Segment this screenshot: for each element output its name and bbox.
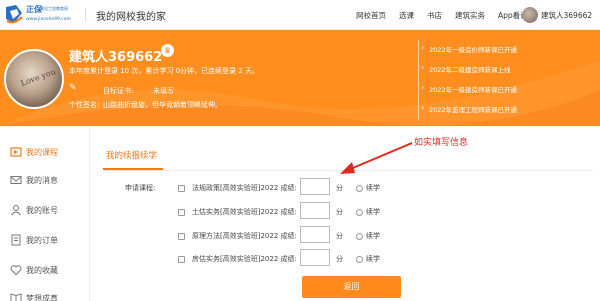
order-icon: [11, 234, 21, 246]
annotation-arrow-icon: [340, 142, 413, 174]
logo-url-text: www.jianshe99.com: [26, 17, 71, 22]
sidebar-item-dreams[interactable]: 梦想成真: [10, 290, 88, 301]
continue-radio[interactable]: [356, 209, 363, 216]
news-item[interactable]: 2022年一级造价师新课已开通: [421, 43, 517, 54]
score-input[interactable]: [300, 226, 330, 243]
profile-name: 建筑人369662: [69, 50, 163, 65]
news-list: 2022年一级造价师新课已开通 2022年二级建造师新课上线 2022年一级建造…: [418, 40, 598, 120]
continue-radio[interactable]: [356, 185, 363, 192]
avatar[interactable]: [522, 7, 538, 23]
signature-value: 山路曲折盘旋，但毕竟朝着顶峰延伸。: [103, 101, 222, 109]
nav-practice[interactable]: 建筑实务: [455, 10, 485, 21]
sidebar-item-orders[interactable]: 我的订单: [10, 232, 88, 248]
continue-label: 续学: [366, 232, 380, 240]
target-cert-label: 目标证书:: [103, 87, 134, 95]
course-row: 法规政策[高效实验班]2022 成绩: 分 续学: [178, 178, 478, 201]
course-checkbox[interactable]: [178, 185, 185, 192]
course-checkbox[interactable]: [178, 256, 185, 263]
score-unit: 分: [336, 255, 343, 263]
course-icon: [10, 147, 22, 157]
login-stats: 本年度累计登录 10 次，累计学习 0分钟，已连续登录 2 天。: [69, 67, 259, 75]
page-title: 我的网校我的家: [96, 12, 166, 23]
sidebar: 我的课程 我的消息 我的账号 我的订单 我的收藏 梦想成真: [0, 126, 90, 301]
continue-radio[interactable]: [356, 233, 363, 240]
annotation-text: 如实填写信息: [414, 138, 469, 148]
target-cert-value: 未填写: [153, 87, 174, 95]
course-row: 原理方法[高效实验班]2022 成绩: 分 续学: [178, 226, 478, 249]
course-name: 房估实务[高效实验班]2022 成绩:: [192, 255, 297, 263]
signature-label: 个性签名:: [69, 101, 100, 109]
tab-label: 我的续报续学: [106, 151, 158, 161]
course-row: 房估实务[高效实验班]2022 成绩: 分 续学: [178, 249, 478, 272]
tab-renewal[interactable]: 我的续报续学: [103, 144, 163, 170]
sidebar-item-label: 我的收藏: [26, 265, 58, 275]
heart-icon: [10, 265, 22, 276]
apply-course-label: 申请课程:: [125, 184, 156, 192]
nav-home[interactable]: 网校首页: [356, 10, 386, 21]
course-name: 法规政策[高效实验班]2022 成绩:: [192, 184, 297, 192]
logo-sub-text: 建设工程教育网: [40, 6, 68, 11]
sidebar-item-label: 我的消息: [26, 175, 58, 185]
sidebar-item-messages[interactable]: 我的消息: [10, 172, 88, 188]
back-button[interactable]: 返回: [302, 276, 401, 298]
profile-avatar[interactable]: Love you: [4, 49, 64, 109]
news-item[interactable]: 2022年监理工程师新课已开通: [421, 103, 517, 114]
header-divider: [85, 8, 86, 22]
course-checkbox[interactable]: [178, 209, 185, 216]
score-input[interactable]: [300, 202, 330, 219]
edit-pen-icon[interactable]: ✎: [69, 83, 77, 93]
news-item[interactable]: 2022年一级建造师新课已开通: [421, 83, 517, 94]
continue-label: 续学: [366, 208, 380, 216]
nav-courses[interactable]: 选课: [399, 10, 414, 21]
news-item[interactable]: 2022年二级建造师新课上线: [421, 63, 511, 74]
sidebar-item-favorites[interactable]: 我的收藏: [10, 262, 88, 278]
score-unit: 分: [336, 232, 343, 240]
site-logo[interactable]: 正保 建设工程教育网 www.jianshe99.com: [4, 3, 84, 27]
book-icon: [10, 293, 22, 301]
profile-banner: Love you 建筑人369662 ♛ 本年度累计登录 10 次，累计学习 0…: [0, 30, 600, 126]
message-icon: [10, 176, 22, 184]
user-icon: [11, 205, 21, 216]
sidebar-item-label: 我的账号: [26, 205, 58, 215]
continue-label: 续学: [366, 184, 380, 192]
continue-radio[interactable]: [356, 256, 363, 263]
score-input[interactable]: [300, 249, 330, 266]
sidebar-item-courses[interactable]: 我的课程: [10, 144, 88, 160]
score-input[interactable]: [300, 178, 330, 195]
logo-mark-icon: [6, 5, 23, 24]
score-unit: 分: [336, 208, 343, 216]
score-unit: 分: [336, 184, 343, 192]
course-checkbox[interactable]: [178, 233, 185, 240]
top-nav: 网校首页 选课 书店 建筑实务 App看课: [356, 10, 541, 21]
top-bar: 正保 建设工程教育网 www.jianshe99.com 我的网校我的家 网校首…: [0, 0, 600, 30]
course-name: 原理方法[高效实验班]2022 成绩:: [192, 232, 297, 240]
nav-bookstore[interactable]: 书店: [427, 10, 442, 21]
level-badge-icon: ♛: [161, 44, 174, 57]
sidebar-item-label: 梦想成真: [26, 293, 58, 301]
course-row: 土估实务[高效实验班]2022 成绩: 分 续学: [178, 202, 478, 225]
sidebar-item-label: 我的订单: [26, 235, 58, 245]
back-button-label: 返回: [343, 282, 360, 291]
sidebar-item-label: 我的课程: [26, 147, 58, 157]
course-name: 土估实务[高效实验班]2022 成绩:: [192, 208, 297, 216]
user-menu[interactable]: 建筑人369662: [541, 10, 592, 21]
sidebar-item-account[interactable]: 我的账号: [10, 202, 88, 218]
continue-label: 续学: [366, 255, 380, 263]
